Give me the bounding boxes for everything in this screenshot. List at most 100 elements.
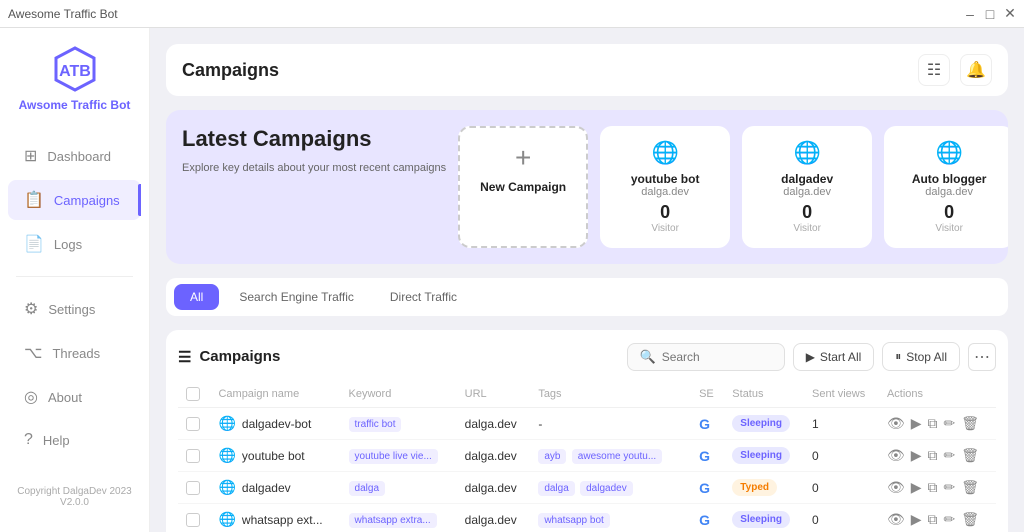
maximize-button[interactable]: □ bbox=[984, 8, 996, 20]
row-checkbox[interactable] bbox=[186, 481, 200, 495]
col-sent-views: Sent views bbox=[804, 381, 879, 408]
card-name-2: Auto blogger bbox=[912, 172, 987, 186]
col-campaign-name: Campaign name bbox=[210, 381, 340, 408]
play-icon[interactable]: ▶ bbox=[911, 447, 922, 464]
play-icon[interactable]: ▶ bbox=[911, 479, 922, 496]
qr-code-button[interactable]: ☷ bbox=[918, 54, 950, 86]
view-icon[interactable]: 👁 bbox=[887, 415, 905, 432]
card-count-2: 0 bbox=[944, 202, 954, 223]
tag: awesome youtu... bbox=[572, 449, 662, 464]
delete-icon[interactable]: 🗑 bbox=[961, 479, 979, 496]
tab-search-engine[interactable]: Search Engine Traffic bbox=[223, 284, 370, 310]
sidebar-logo: ATB Awsome Traffic Bot bbox=[0, 44, 149, 128]
sidebar-item-campaigns[interactable]: 📋 Campaigns bbox=[8, 180, 141, 220]
keyword-tag: traffic bot bbox=[349, 417, 402, 432]
logo-text: Awsome Traffic Bot bbox=[19, 98, 131, 112]
card-sub-1: dalga.dev bbox=[783, 186, 831, 198]
active-indicator bbox=[138, 184, 141, 216]
page-header: Campaigns ☷ 🔔 bbox=[166, 44, 1008, 96]
copy-icon[interactable]: ⧉ bbox=[928, 479, 938, 496]
campaign-name-cell: 🌐 dalgadev bbox=[218, 479, 332, 496]
row-tags-cell: - bbox=[530, 408, 691, 440]
tab-direct[interactable]: Direct Traffic bbox=[374, 284, 473, 310]
play-icon[interactable]: ▶ bbox=[911, 415, 922, 432]
col-status: Status bbox=[724, 381, 804, 408]
edit-icon[interactable]: ✏ bbox=[944, 447, 956, 464]
row-checkbox[interactable] bbox=[186, 417, 200, 431]
play-icon[interactable]: ▶ bbox=[911, 511, 922, 528]
row-actions-cell: 👁 ▶ ⧉ ✏ 🗑 bbox=[879, 504, 996, 532]
table-actions: 🔍 ▶ Start All ⏸ Stop All ⋯ bbox=[627, 342, 997, 371]
delete-icon[interactable]: 🗑 bbox=[961, 447, 979, 464]
copy-icon[interactable]: ⧉ bbox=[928, 415, 938, 432]
start-all-button[interactable]: ▶ Start All bbox=[793, 343, 875, 371]
row-actions-cell: 👁 ▶ ⧉ ✏ 🗑 bbox=[879, 408, 996, 440]
card-count-0: 0 bbox=[660, 202, 670, 223]
delete-icon[interactable]: 🗑 bbox=[961, 511, 979, 528]
row-checkbox[interactable] bbox=[186, 513, 200, 527]
campaign-name-cell: 🌐 dalgadev-bot bbox=[218, 415, 332, 432]
col-checkbox bbox=[178, 381, 210, 408]
row-actions-cell: 👁 ▶ ⧉ ✏ 🗑 bbox=[879, 472, 996, 504]
row-checkbox-cell bbox=[178, 472, 210, 504]
select-all-checkbox[interactable] bbox=[186, 387, 200, 401]
table-header: ☰ Campaigns 🔍 ▶ Start All ⏸ Stop All bbox=[178, 342, 996, 371]
sidebar-item-dashboard[interactable]: ⊞ Dashboard bbox=[8, 136, 141, 176]
sidebar-item-logs[interactable]: 📄 Logs bbox=[8, 224, 141, 264]
google-icon: G bbox=[699, 416, 710, 432]
search-input[interactable] bbox=[662, 350, 772, 364]
search-icon: 🔍 bbox=[640, 349, 656, 365]
col-url: URL bbox=[457, 381, 531, 408]
sidebar-divider-1 bbox=[16, 276, 133, 277]
page-title: Campaigns bbox=[182, 60, 279, 81]
stop-all-button[interactable]: ⏸ Stop All bbox=[882, 342, 960, 371]
edit-icon[interactable]: ✏ bbox=[944, 479, 956, 496]
edit-icon[interactable]: ✏ bbox=[944, 511, 956, 528]
table-section: ☰ Campaigns 🔍 ▶ Start All ⏸ Stop All bbox=[166, 330, 1008, 532]
tab-all[interactable]: All bbox=[174, 284, 219, 310]
card-visitor-0: Visitor bbox=[651, 223, 679, 234]
logs-icon: 📄 bbox=[24, 234, 44, 254]
status-badge: Sleeping bbox=[732, 415, 790, 432]
campaign-card-1[interactable]: 🌐 dalgadev dalga.dev 0 Visitor bbox=[742, 126, 872, 248]
globe-icon: 🌐 bbox=[935, 140, 962, 166]
new-campaign-card[interactable]: + New Campaign bbox=[458, 126, 588, 248]
row-sent-views-cell: 1 bbox=[804, 408, 879, 440]
status-badge: Typed bbox=[732, 479, 777, 496]
view-icon[interactable]: 👁 bbox=[887, 447, 905, 464]
edit-icon[interactable]: ✏ bbox=[944, 415, 956, 432]
table-title: ☰ Campaigns bbox=[178, 348, 280, 366]
more-options-button[interactable]: ⋯ bbox=[968, 343, 996, 371]
globe-icon: 🌐 bbox=[793, 140, 820, 166]
row-se-cell: G bbox=[691, 504, 724, 532]
minimize-button[interactable]: – bbox=[964, 8, 976, 20]
row-url-cell: dalga.dev bbox=[457, 440, 531, 472]
search-box[interactable]: 🔍 bbox=[627, 343, 785, 371]
tag: dalgadev bbox=[580, 481, 633, 496]
delete-icon[interactable]: 🗑 bbox=[961, 415, 979, 432]
row-checkbox[interactable] bbox=[186, 449, 200, 463]
row-keyword-cell: dalga bbox=[341, 472, 457, 504]
view-icon[interactable]: 👁 bbox=[887, 511, 905, 528]
campaign-name: dalgadev-bot bbox=[242, 417, 311, 431]
campaign-card-2[interactable]: 🌐 Auto blogger dalga.dev 0 Visitor bbox=[884, 126, 1008, 248]
campaign-globe-icon: 🌐 bbox=[218, 415, 235, 432]
view-icon[interactable]: 👁 bbox=[887, 479, 905, 496]
notification-button[interactable]: 🔔 bbox=[960, 54, 992, 86]
keyword-tag: youtube live vie... bbox=[349, 449, 438, 464]
table-header-row: Campaign name Keyword URL Tags SE Status… bbox=[178, 381, 996, 408]
sidebar-item-about[interactable]: ◎ About bbox=[8, 377, 141, 417]
threads-icon: ⌥ bbox=[24, 343, 42, 363]
col-keyword: Keyword bbox=[341, 381, 457, 408]
campaign-card-0[interactable]: 🌐 youtube bot dalga.dev 0 Visitor bbox=[600, 126, 730, 248]
sidebar-item-settings[interactable]: ⚙ Settings bbox=[8, 289, 141, 329]
sidebar-item-threads[interactable]: ⌥ Threads bbox=[8, 333, 141, 373]
action-icons: 👁 ▶ ⧉ ✏ 🗑 bbox=[887, 479, 988, 496]
copy-icon[interactable]: ⧉ bbox=[928, 511, 938, 528]
sidebar-item-help[interactable]: ? Help bbox=[8, 421, 141, 459]
row-sent-views-cell: 0 bbox=[804, 440, 879, 472]
close-button[interactable]: ✕ bbox=[1004, 8, 1016, 20]
copy-icon[interactable]: ⧉ bbox=[928, 447, 938, 464]
row-se-cell: G bbox=[691, 440, 724, 472]
sidebar-nav: ⊞ Dashboard 📋 Campaigns 📄 Logs ⚙ Setting… bbox=[0, 128, 149, 478]
